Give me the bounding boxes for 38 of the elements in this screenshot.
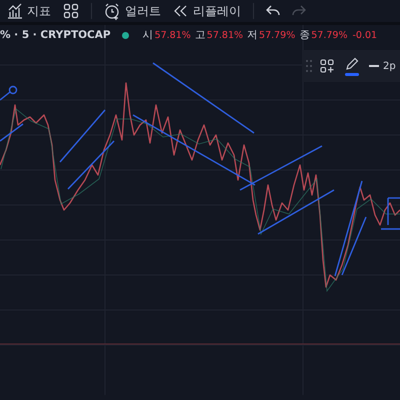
symbol-title[interactable]: % · 5 · CRYPTOCAP bbox=[0, 29, 111, 41]
ohlc-label: 종 bbox=[299, 28, 310, 42]
rewind-icon bbox=[173, 4, 189, 18]
trend-line[interactable] bbox=[0, 86, 18, 101]
ohlc-label: 고 bbox=[194, 28, 206, 42]
drag-handle-icon bbox=[306, 60, 312, 72]
ohlc-value: 57.79% bbox=[259, 30, 296, 40]
ohlc-value: 57.81% bbox=[206, 30, 244, 40]
trend-line[interactable] bbox=[59, 110, 106, 162]
ohlc-label: 시 bbox=[142, 28, 154, 42]
toolbar-button[interactable]: 지표 bbox=[3, 0, 55, 22]
layout-grid-icon bbox=[63, 3, 79, 19]
ohlc-value: 57.81% bbox=[154, 30, 191, 40]
trend-line[interactable] bbox=[381, 228, 400, 230]
trend-line[interactable] bbox=[132, 114, 256, 186]
toolbar-button[interactable]: 얼러트 bbox=[100, 0, 165, 22]
trend-line[interactable] bbox=[152, 62, 254, 134]
line-style-icon bbox=[369, 65, 379, 67]
trend-line[interactable] bbox=[341, 216, 367, 276]
ohlc-value: 57.79% bbox=[311, 30, 348, 40]
indicators-icon bbox=[7, 3, 23, 19]
trend-line[interactable] bbox=[388, 197, 400, 199]
market-status-dot bbox=[122, 32, 129, 38]
trend-line[interactable] bbox=[0, 123, 24, 142]
line-width-button[interactable]: 2p bbox=[367, 58, 396, 74]
pencil-icon bbox=[345, 56, 359, 70]
trend-line[interactable] bbox=[334, 180, 363, 276]
alarm-clock-icon bbox=[104, 2, 121, 20]
undo-icon bbox=[266, 5, 280, 17]
trend-line[interactable] bbox=[68, 140, 114, 190]
grid-plus-icon bbox=[320, 59, 334, 73]
toolbar-button[interactable]: 리플레이 bbox=[169, 0, 245, 22]
trend-line[interactable] bbox=[387, 198, 389, 225]
trend-line[interactable] bbox=[258, 189, 334, 235]
change-value: -0.01 bbox=[352, 30, 378, 40]
redo-icon bbox=[292, 5, 306, 17]
ohlc-label: 저 bbox=[247, 28, 258, 42]
trend-line[interactable] bbox=[240, 145, 322, 191]
